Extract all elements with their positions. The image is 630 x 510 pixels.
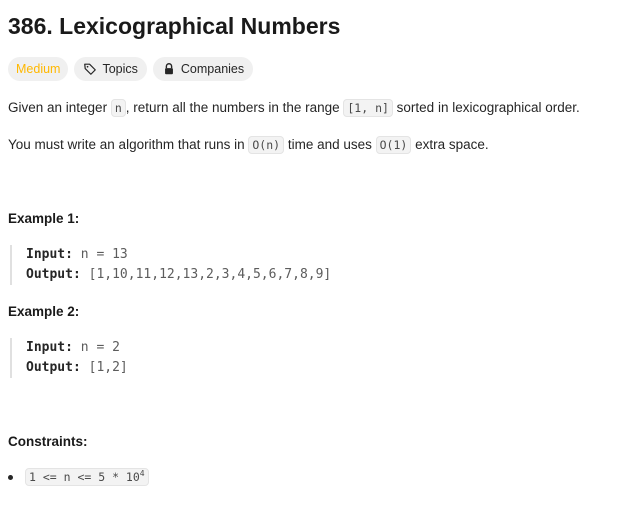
constraint-item: 1 <= n <= 5 * 104 <box>8 468 149 486</box>
description-paragraph-1: Given an integer n, return all the numbe… <box>8 98 580 118</box>
difficulty-badge: Medium <box>8 57 69 81</box>
lock-icon <box>162 62 176 76</box>
description-text: , return all the numbers in the range <box>125 100 344 115</box>
input-label: Input: <box>26 340 73 355</box>
companies-label: Companies <box>180 62 245 76</box>
description-text: extra space. <box>411 137 489 152</box>
inline-code: O(n) <box>248 136 285 154</box>
output-value: [1,10,11,12,13,2,3,4,5,6,7,8,9] <box>80 267 332 282</box>
companies-button[interactable]: Companies <box>152 57 254 81</box>
constraint-exponent: 4 <box>139 469 145 479</box>
description-text: time and uses <box>284 137 376 152</box>
page-title: 386. Lexicographical Numbers <box>8 13 341 39</box>
inline-code: [1, n] <box>343 99 393 117</box>
example-1-block: Input: n = 13 Output: [1,10,11,12,13,2,3… <box>10 245 331 285</box>
input-label: Input: <box>26 247 73 262</box>
example-1-input: Input: n = 13 <box>26 245 331 265</box>
constraint-text: 1 <= n <= 5 * 10 <box>29 470 140 484</box>
constraints-heading: Constraints: <box>8 434 88 449</box>
description-text: You must write an algorithm that runs in <box>8 137 249 152</box>
example-2-heading: Example 2: <box>8 304 80 319</box>
input-value: n = 2 <box>72 340 120 355</box>
input-value: n = 13 <box>72 247 128 262</box>
example-2-input: Input: n = 2 <box>26 338 128 358</box>
example-1-output: Output: [1,10,11,12,13,2,3,4,5,6,7,8,9] <box>26 265 331 285</box>
example-1-heading: Example 1: <box>8 211 80 226</box>
description-text: Given an integer <box>8 100 111 115</box>
inline-code: n <box>110 99 126 117</box>
inline-code: O(1) <box>375 136 412 154</box>
topics-label: Topics <box>102 62 138 76</box>
description-paragraph-2: You must write an algorithm that runs in… <box>8 135 489 155</box>
description-text: sorted in lexicographical order. <box>392 100 580 115</box>
example-2-block: Input: n = 2 Output: [1,2] <box>10 338 128 378</box>
output-label: Output: <box>26 267 81 282</box>
problem-tags: Medium Topics Companies <box>8 57 254 81</box>
output-label: Output: <box>26 360 81 375</box>
tag-icon <box>83 62 97 76</box>
output-value: [1,2] <box>80 360 128 375</box>
bullet-icon <box>8 474 13 480</box>
constraint-code: 1 <= n <= 5 * 104 <box>25 468 149 486</box>
example-2-output: Output: [1,2] <box>26 358 128 378</box>
topics-button[interactable]: Topics <box>74 57 147 81</box>
